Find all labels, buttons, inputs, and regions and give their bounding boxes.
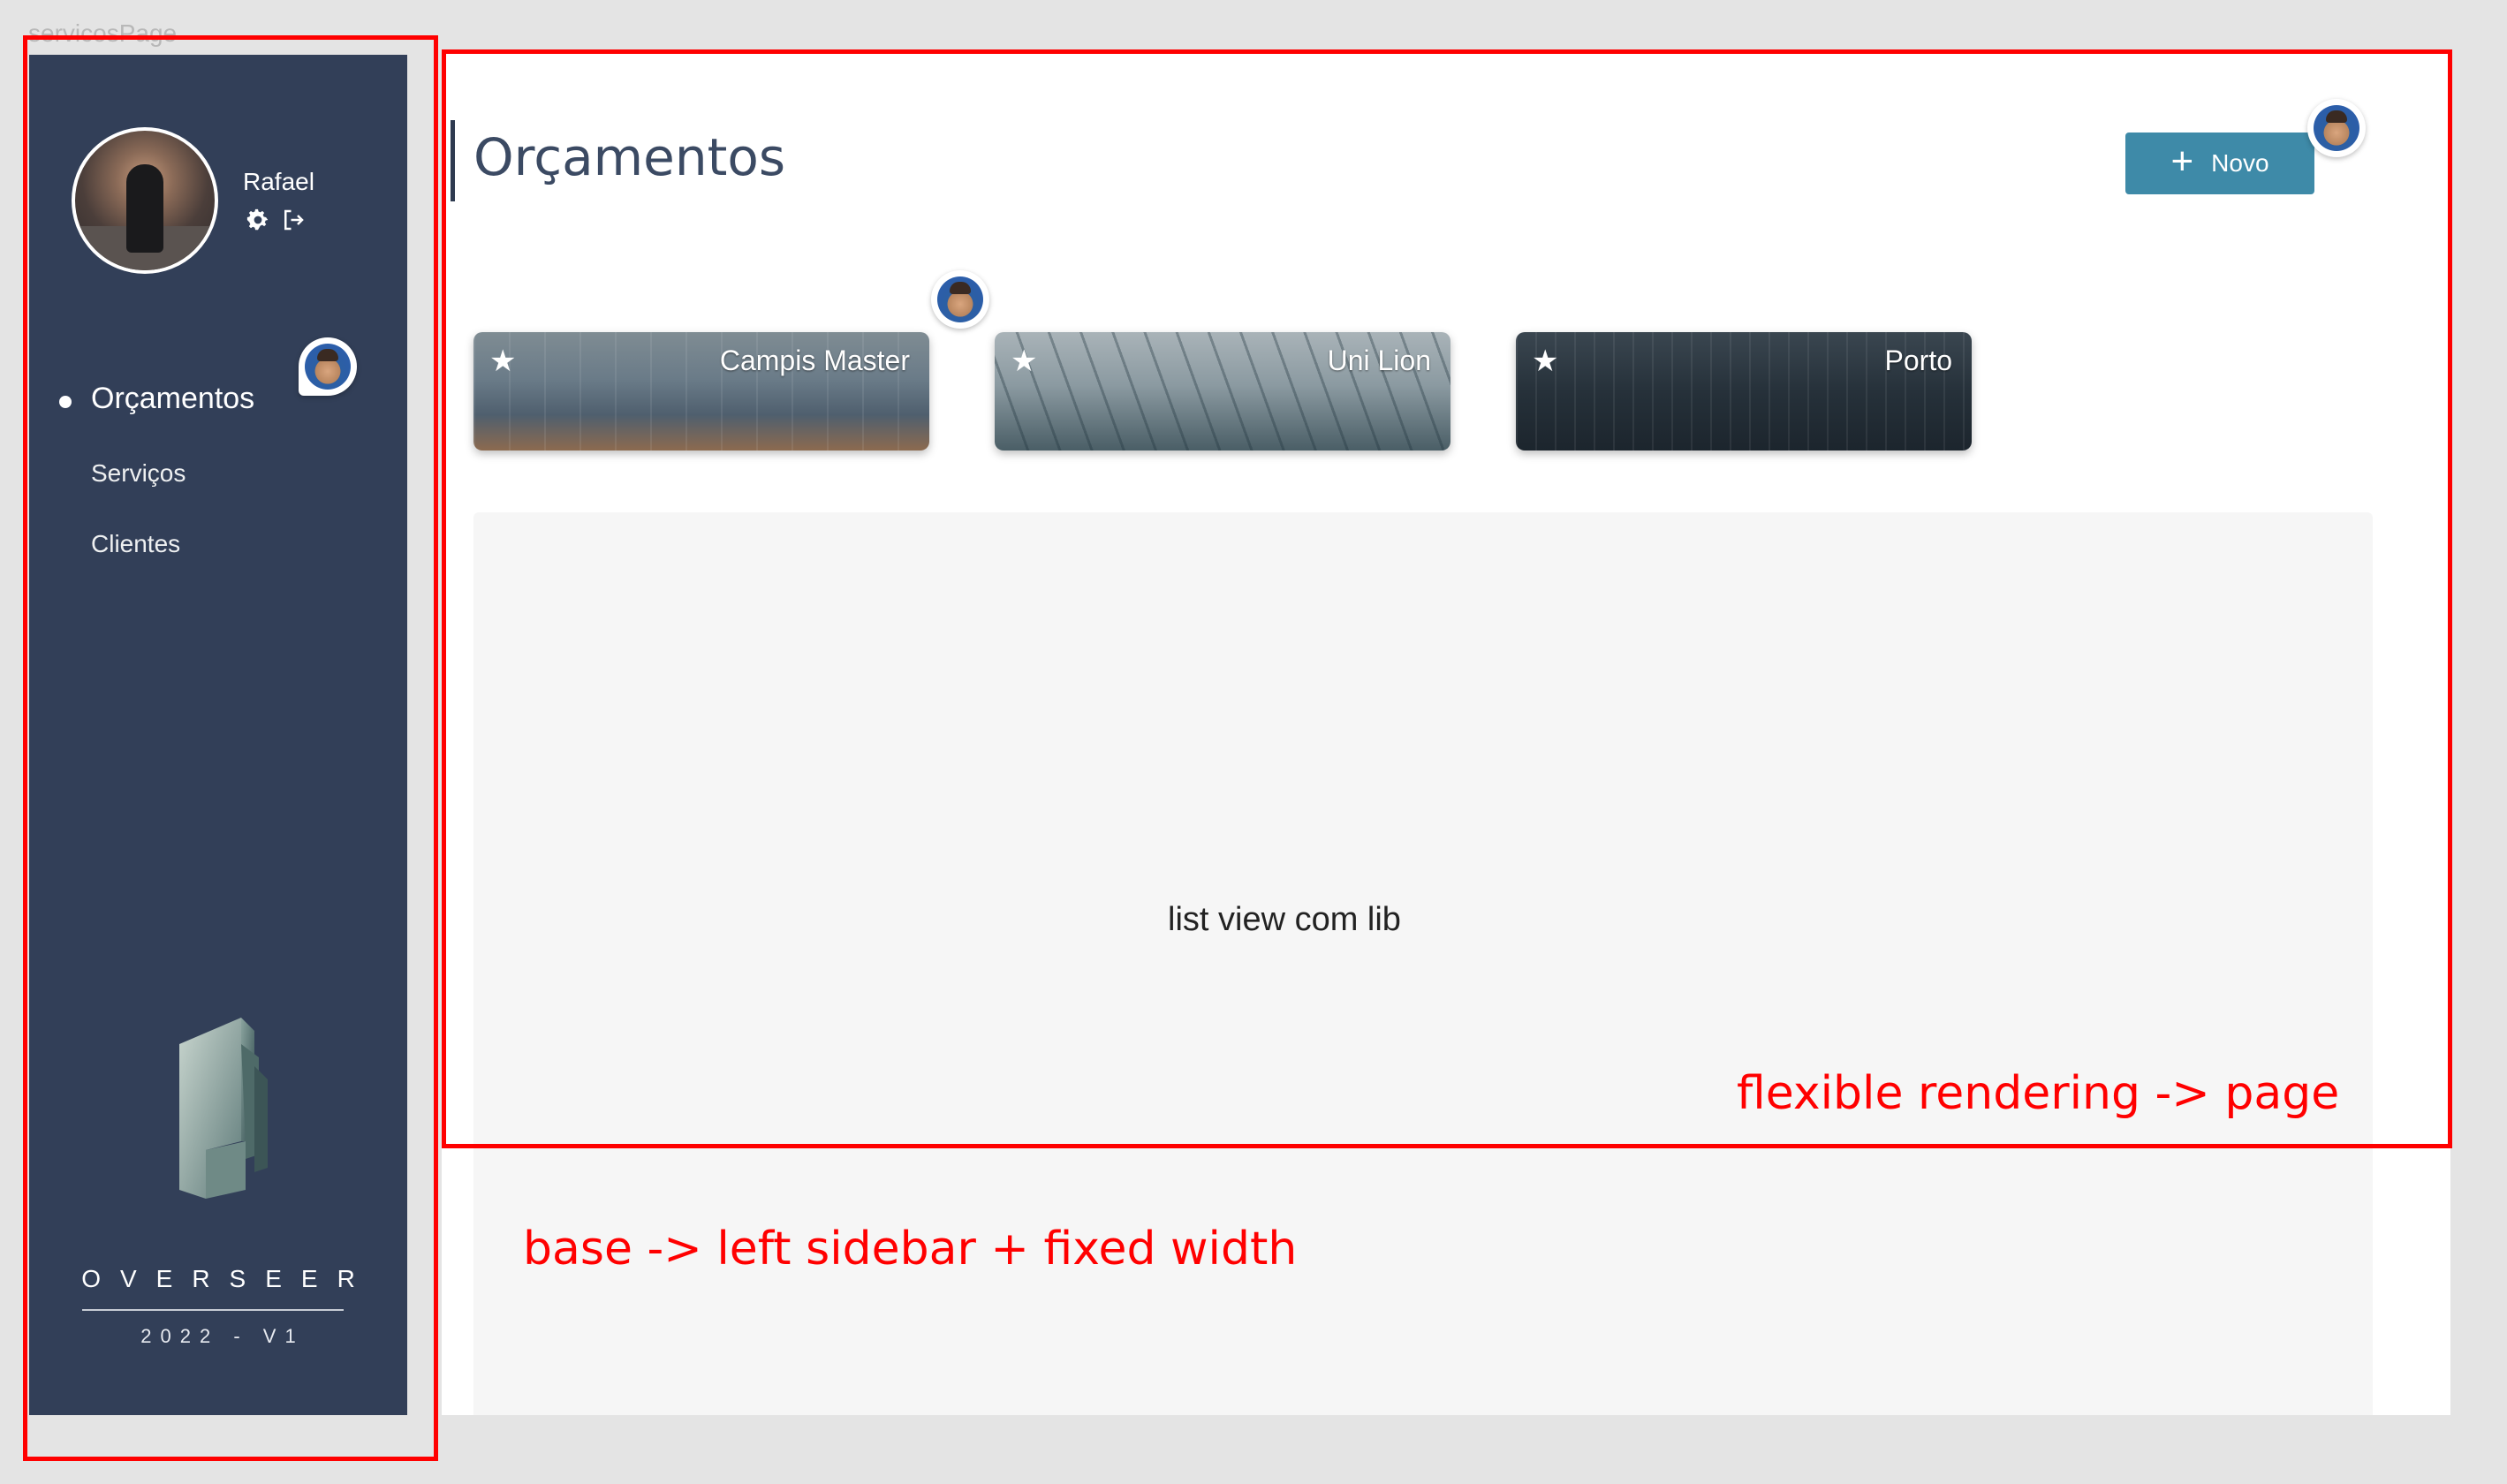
sidebar-annotation-text: base -> left sidebar + fixed width <box>523 1223 1298 1276</box>
page-annotation-box <box>442 49 2452 1148</box>
sidebar-annotation-box <box>23 35 438 1461</box>
page-annotation-text: flexible rendering -> page <box>1737 1067 2340 1120</box>
